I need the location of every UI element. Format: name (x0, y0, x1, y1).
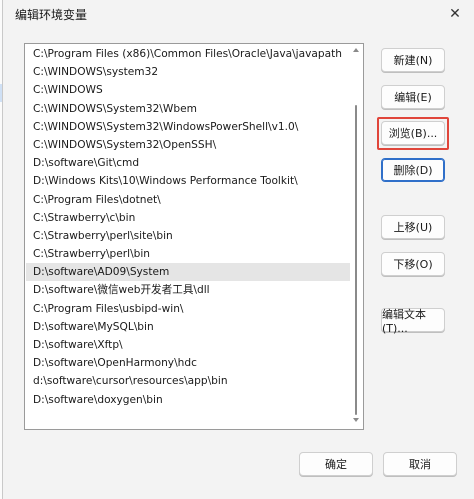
scroll-down-arrow-icon[interactable] (353, 418, 359, 422)
delete-button[interactable]: 删除(D) (381, 158, 445, 182)
path-list-item[interactable]: C:\Program Files (x86)\Common Files\Orac… (26, 45, 351, 63)
path-list-item[interactable]: D:\software\doxygen\bin (26, 391, 351, 409)
path-list-item[interactable]: D:\software\OpenHarmony\hdc (26, 354, 351, 372)
path-list-item[interactable]: C:\WINDOWS (26, 81, 351, 99)
path-list-item[interactable]: D:\software\微信web开发者工具\dll (26, 281, 351, 299)
browse-button[interactable]: 浏览(B)... (381, 121, 445, 145)
path-list-item[interactable]: C:\WINDOWS\System32\Wbem (26, 100, 351, 118)
scroll-up-arrow-icon[interactable] (353, 48, 359, 52)
move-down-button[interactable]: 下移(O) (381, 252, 445, 276)
path-list-item[interactable]: D:\software\Git\cmd (26, 154, 351, 172)
scroll-thumb[interactable] (355, 105, 357, 415)
path-list-item[interactable]: C:\WINDOWS\System32\WindowsPowerShell\v1… (26, 118, 351, 136)
path-list-item[interactable]: C:\WINDOWS\system32 (26, 63, 351, 81)
path-list-item[interactable]: D:\software\Xftp\ (26, 336, 351, 354)
path-list-item[interactable]: D:\software\MySQL\bin (26, 318, 351, 336)
path-list-item[interactable]: d:\software\cursor\resources\app\bin (26, 372, 351, 390)
edit-environment-variable-dialog: 编辑环境变量 ✕ C:\Program Files (x86)\Common F… (2, 0, 474, 499)
move-up-button[interactable]: 上移(U) (381, 215, 445, 239)
edit-text-button[interactable]: 编辑文本(T)... (381, 308, 445, 335)
vertical-scrollbar[interactable] (350, 45, 362, 428)
path-list-item[interactable]: D:\Windows Kits\10\Windows Performance T… (26, 172, 351, 190)
path-list-panel: C:\Program Files (x86)\Common Files\Orac… (24, 43, 364, 430)
path-list-item[interactable]: C:\Strawberry\c\bin (26, 209, 351, 227)
path-list-item[interactable]: C:\Strawberry\perl\site\bin (26, 227, 351, 245)
dialog-title: 编辑环境变量 (15, 8, 88, 22)
path-list-item[interactable]: C:\Program Files\dotnet\ (26, 191, 351, 209)
edit-button[interactable]: 编辑(E) (381, 85, 445, 109)
path-list[interactable]: C:\Program Files (x86)\Common Files\Orac… (26, 45, 351, 428)
path-list-item[interactable]: C:\WINDOWS\System32\OpenSSH\ (26, 136, 351, 154)
cancel-button[interactable]: 取消 (383, 452, 457, 476)
ok-button[interactable]: 确定 (299, 452, 373, 476)
path-list-item[interactable]: C:\Strawberry\perl\bin (26, 245, 351, 263)
path-list-item[interactable]: D:\software\AD09\System (26, 263, 351, 282)
close-icon[interactable]: ✕ (439, 0, 471, 28)
path-list-item[interactable]: C:\Program Files\usbipd-win\ (26, 300, 351, 318)
new-button[interactable]: 新建(N) (381, 48, 445, 72)
title-bar: 编辑环境变量 ✕ (3, 0, 474, 28)
